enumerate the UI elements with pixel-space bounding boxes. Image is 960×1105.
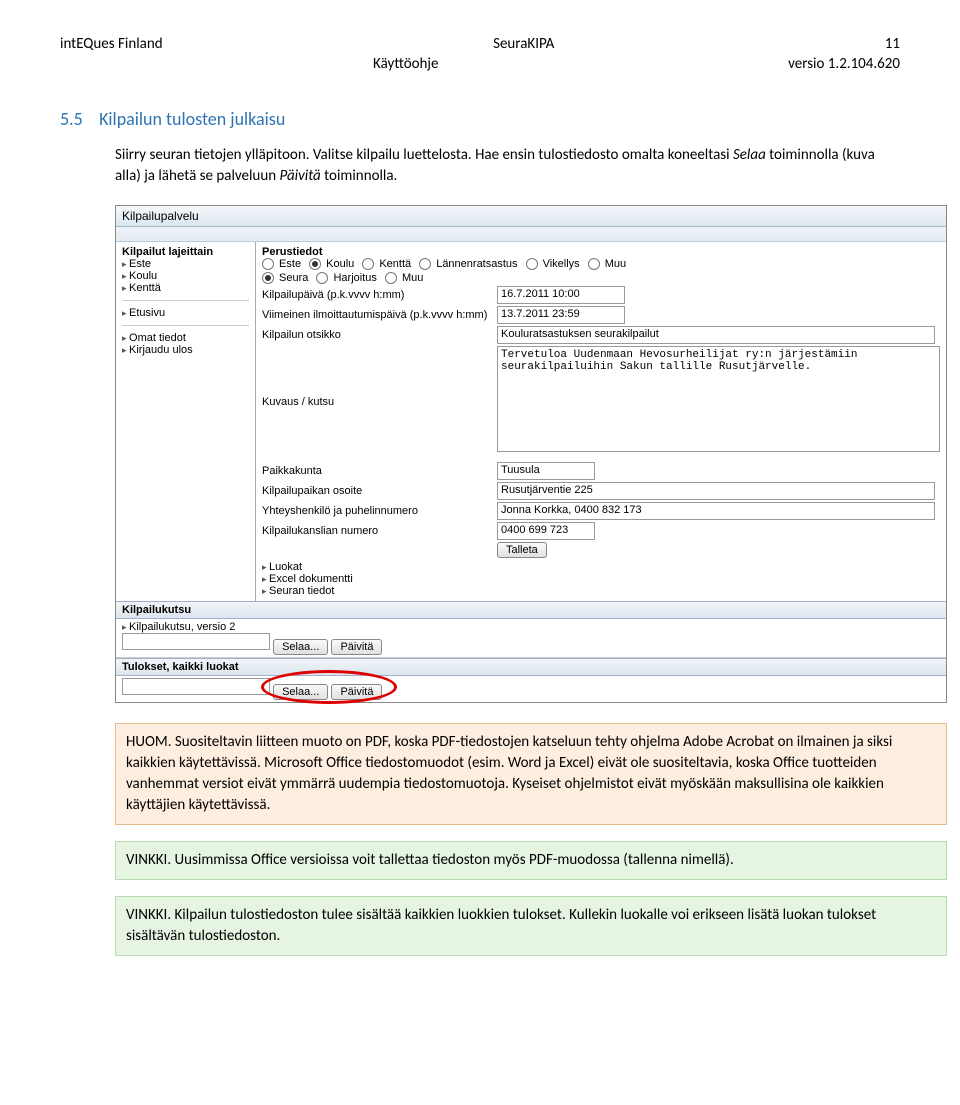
radio-option[interactable] bbox=[588, 258, 600, 270]
note-huom: HUOM. Suositeltavin liitteen muoto on PD… bbox=[115, 723, 947, 825]
sidebar-logout[interactable]: Kirjaudu ulos bbox=[122, 344, 193, 356]
discipline-radios: Este Koulu Kenttä Lännenratsastus Vikell… bbox=[262, 258, 940, 270]
upload-path-results[interactable] bbox=[122, 678, 270, 695]
header-right-bottom: versio 1.2.104.620 bbox=[788, 55, 900, 73]
sidebar-home[interactable]: Etusivu bbox=[122, 307, 165, 319]
desc-textarea[interactable]: Tervetuloa Uudenmaan Hevosurheilijat ry:… bbox=[497, 346, 940, 452]
header-left: intEQues Finland bbox=[60, 35, 163, 53]
radio-option[interactable] bbox=[262, 272, 274, 284]
body-paragraph: Siirry seuran tietojen ylläpitoon. Valit… bbox=[115, 145, 900, 187]
sidebar-item[interactable]: Koulu bbox=[122, 270, 157, 282]
enddate-input[interactable]: 13.7.2011 23:59 bbox=[497, 306, 625, 324]
section-kutsu: Kilpailukutsu bbox=[116, 601, 946, 619]
header-center-top: SeuraKIPA bbox=[493, 35, 554, 53]
contact-input[interactable]: Jonna Korkka, 0400 832 173 bbox=[497, 502, 935, 520]
radio-option[interactable] bbox=[309, 258, 321, 270]
level-radios: Seura Harjoitus Muu bbox=[262, 272, 940, 284]
section-title: Kilpailun tulosten julkaisu bbox=[99, 108, 285, 130]
section-results: Tulokset, kaikki luokat bbox=[116, 658, 946, 676]
sidebar-item[interactable]: Este bbox=[122, 258, 151, 270]
radio-option[interactable] bbox=[385, 272, 397, 284]
addr-input[interactable]: Rusutjärventie 225 bbox=[497, 482, 935, 500]
radio-option[interactable] bbox=[526, 258, 538, 270]
browse-button-results[interactable]: Selaa... bbox=[273, 684, 328, 700]
sidebar: Kilpailut lajeittain Este Koulu Kenttä E… bbox=[116, 242, 256, 601]
refresh-button[interactable]: Päivitä bbox=[331, 639, 382, 655]
note-vinkki-1: VINKKI. Uusimmissa Office versioissa voi… bbox=[115, 841, 947, 880]
refresh-button-results[interactable]: Päivitä bbox=[331, 684, 382, 700]
office-input[interactable]: 0400 699 723 bbox=[497, 522, 595, 540]
section-number: 5.5 bbox=[60, 108, 83, 130]
save-button[interactable]: Talleta bbox=[497, 542, 547, 558]
section-link[interactable]: Seuran tiedot bbox=[262, 585, 940, 597]
sidebar-item[interactable]: Kenttä bbox=[122, 282, 161, 294]
city-input[interactable]: Tuusula bbox=[497, 462, 595, 480]
section-link[interactable]: Excel dokumentti bbox=[262, 573, 940, 585]
section-link[interactable]: Luokat bbox=[262, 561, 940, 573]
note-vinkki-2: VINKKI. Kilpailun tulostiedoston tulee s… bbox=[115, 896, 947, 956]
date-input[interactable]: 16.7.2011 10:00 bbox=[497, 286, 625, 304]
title-input[interactable]: Kouluratsastuksen seurakilpailut bbox=[497, 326, 935, 344]
upload-path[interactable] bbox=[122, 633, 270, 650]
header-center-bottom: Käyttöohje bbox=[373, 55, 438, 73]
sidebar-owndata[interactable]: Omat tiedot bbox=[122, 332, 186, 344]
radio-option[interactable] bbox=[262, 258, 274, 270]
embedded-screenshot: Kilpailupalvelu Kilpailut lajeittain Est… bbox=[115, 205, 947, 703]
header-right-top: 11 bbox=[885, 35, 900, 53]
radio-option[interactable] bbox=[316, 272, 328, 284]
radio-option[interactable] bbox=[419, 258, 431, 270]
browse-button[interactable]: Selaa... bbox=[273, 639, 328, 655]
app-header: Kilpailupalvelu bbox=[116, 206, 946, 227]
radio-option[interactable] bbox=[362, 258, 374, 270]
